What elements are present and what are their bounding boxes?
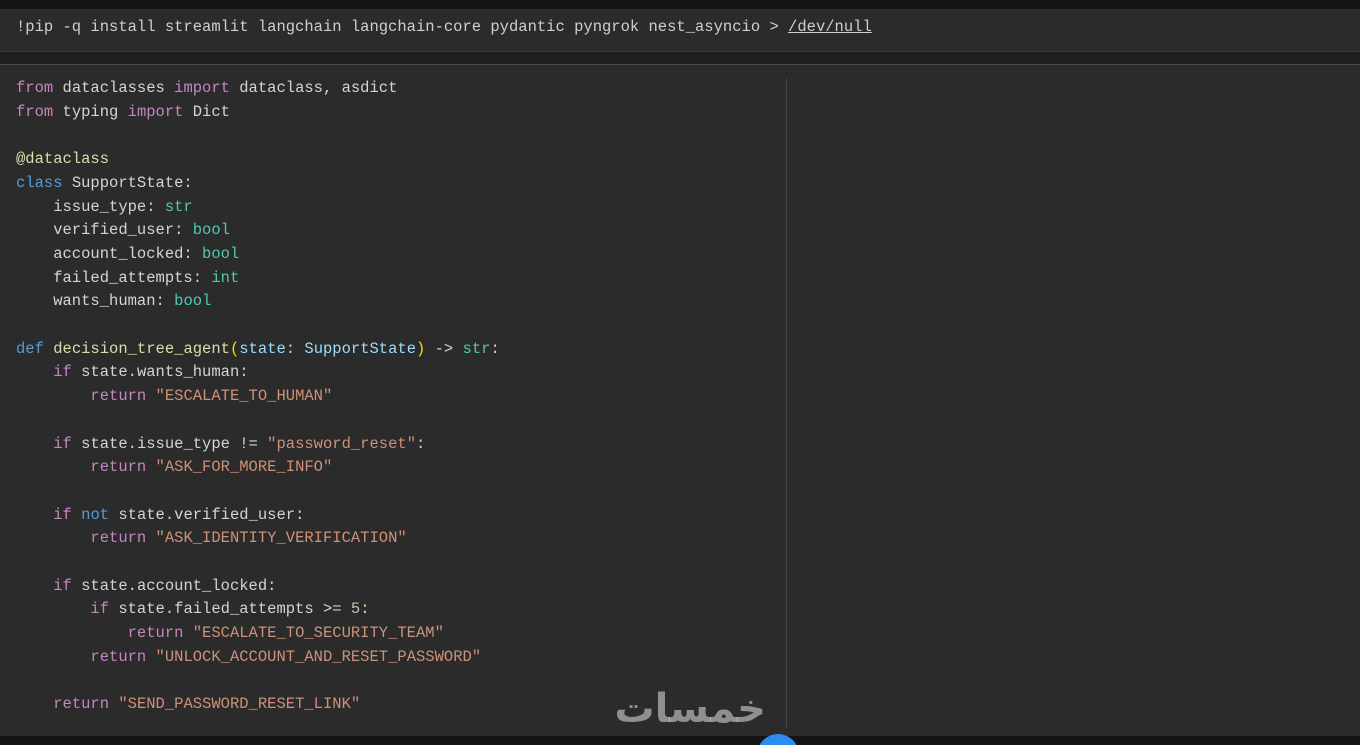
pip-command: !pip -q install streamlit langchain lang… [16,18,770,36]
pip-install-line: !pip -q install streamlit langchain lang… [16,15,872,39]
def-line: def decision_tree_agent(state: SupportSt… [16,339,500,358]
dev-null-path: /dev/null [788,18,872,36]
line-2: from typing import Dict [16,102,230,121]
class-line: class SupportState: [16,173,193,192]
watermark-logo: خمسات [614,686,766,732]
install-code-cell[interactable]: !pip -q install streamlit langchain lang… [0,9,1360,52]
decorator: @dataclass [16,150,110,169]
field-line: issue_type: str [16,197,193,216]
main-code-cell[interactable]: from dataclasses import dataclass, asdic… [0,65,1360,736]
redirect-operator: > [769,18,789,36]
field-line: wants_human: bool [16,292,212,311]
line-length-ruler [786,78,787,728]
code-editor[interactable]: from dataclasses import dataclass, asdic… [16,77,500,717]
field-line: account_locked: bool [16,244,240,263]
cell-separator [0,52,1360,65]
field-line: failed_attempts: int [16,268,240,287]
field-line: verified_user: bool [16,221,230,240]
bottom-bar [0,736,1360,745]
line-1: from dataclasses import dataclass, asdic… [16,79,398,97]
top-bar [0,0,1360,9]
